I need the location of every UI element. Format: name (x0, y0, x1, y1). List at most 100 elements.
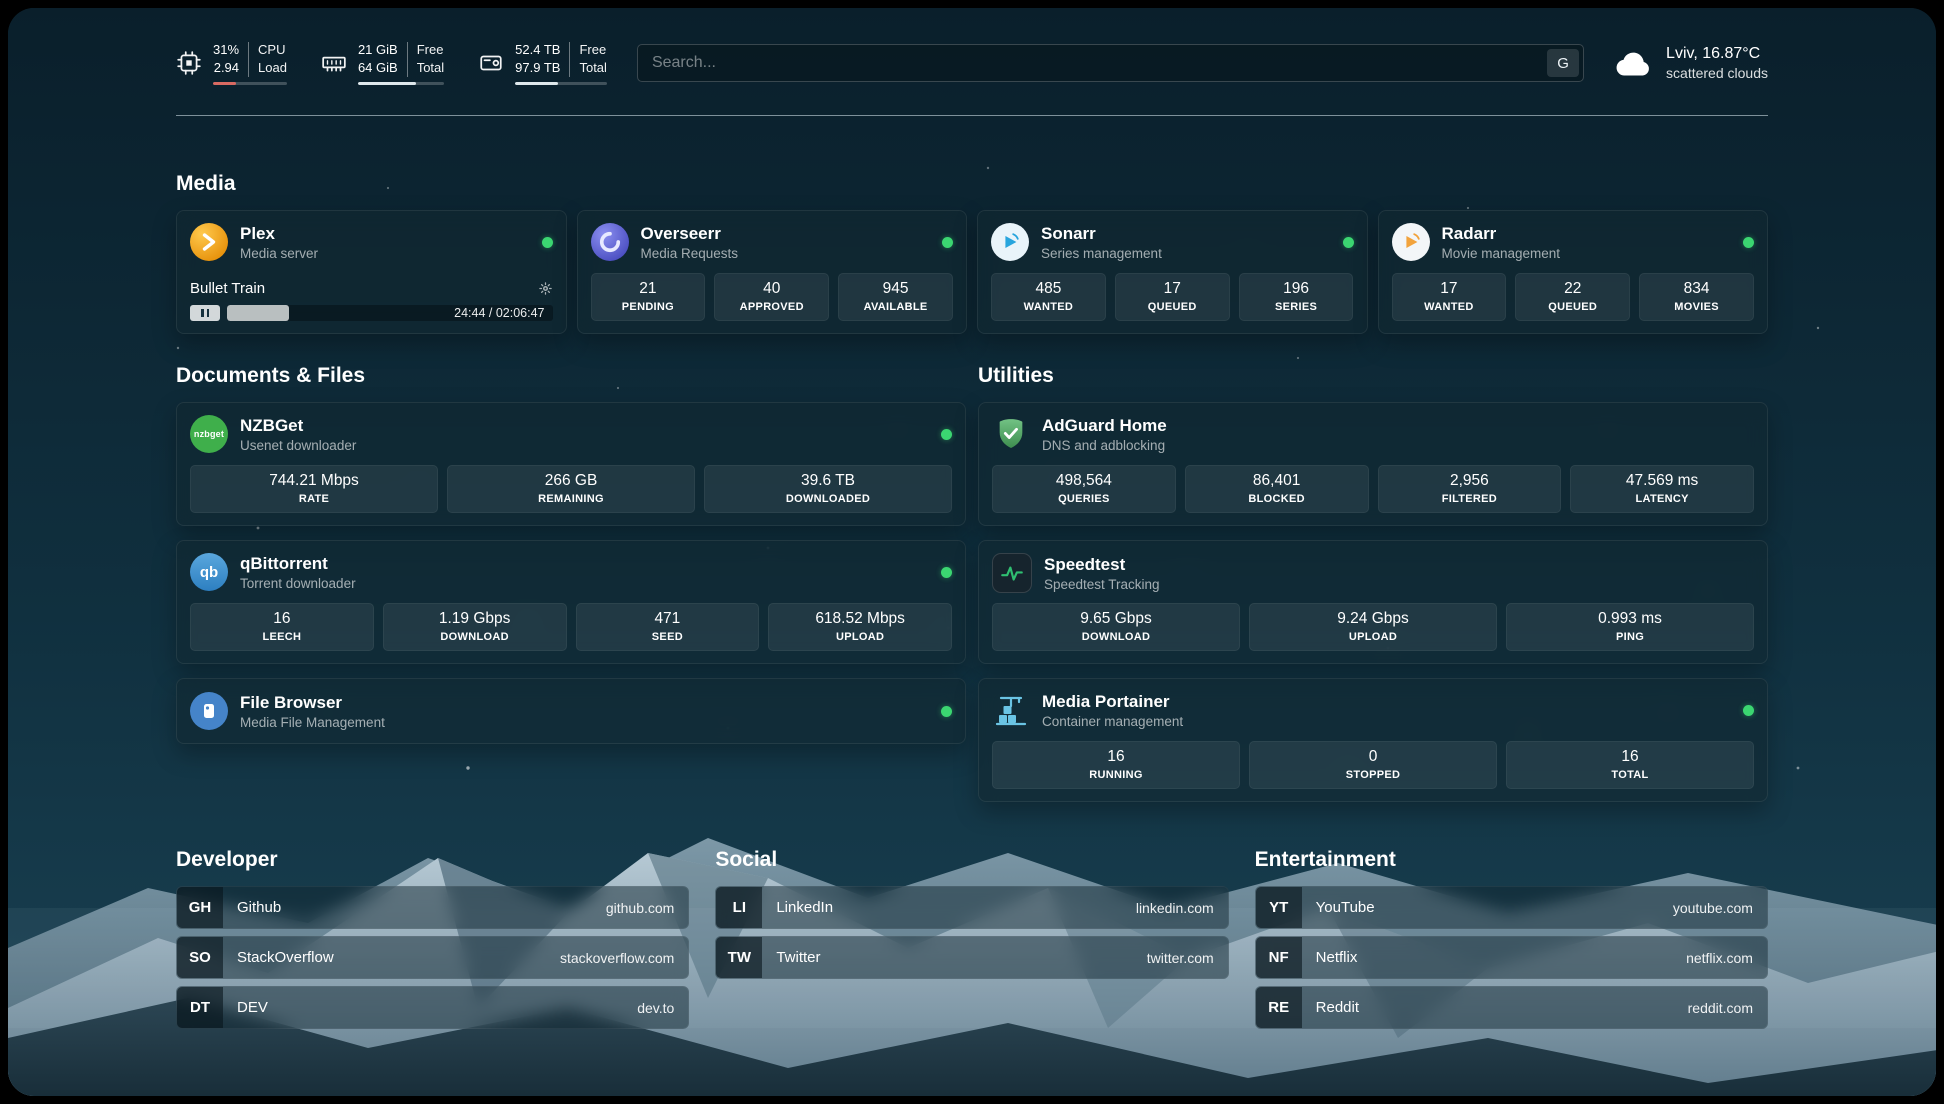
ram-icon (321, 50, 347, 76)
status-dot (1343, 237, 1354, 248)
bookmark-url: linkedin.com (1136, 900, 1228, 916)
playback-time: 24:44 / 02:06:47 (454, 306, 544, 320)
bookmark-url: github.com (606, 900, 688, 916)
filebrowser-icon (190, 692, 228, 730)
adguard-icon (992, 415, 1030, 453)
search-engine-button[interactable]: G (1547, 49, 1579, 77)
stat-download: 9.65 Gbps DOWNLOAD (992, 603, 1240, 651)
app-subtitle: Series management (1041, 246, 1162, 261)
nzbget-icon: nzbget (190, 415, 228, 453)
status-dot (941, 706, 952, 717)
app-name: File Browser (240, 693, 385, 713)
qbittorrent-icon: qb (190, 553, 228, 591)
app-subtitle: Usenet downloader (240, 438, 356, 453)
sonarr-icon (991, 223, 1029, 261)
app-card-sonarr[interactable]: Sonarr Series management 485 WANTED 17 Q… (977, 210, 1368, 334)
ram-progressbar (358, 82, 444, 85)
stat-approved: 40 APPROVED (714, 273, 829, 321)
stat-upload: 9.24 Gbps UPLOAD (1249, 603, 1497, 651)
stat-ping: 0.993 ms PING (1506, 603, 1754, 651)
status-dot (1743, 237, 1754, 248)
stat-leech: 16 LEECH (190, 603, 374, 651)
stat-series: 196 SERIES (1239, 273, 1354, 321)
app-subtitle: Media Requests (641, 246, 739, 261)
section-title-social: Social (715, 848, 1228, 872)
stat-queries: 498,564 QUERIES (992, 465, 1176, 513)
disk-total-value: 97.9 TB (515, 60, 560, 77)
topbar: 31% 2.94 CPU Load (176, 8, 1768, 85)
section-title-media: Media (176, 172, 1768, 196)
app-card-portainer[interactable]: Media Portainer Container management 16 … (978, 678, 1768, 802)
section-title-entertainment: Entertainment (1255, 848, 1768, 872)
ram-total-value: 64 GiB (358, 60, 398, 77)
app-name: Radarr (1442, 224, 1561, 244)
app-card-radarr[interactable]: Radarr Movie management 17 WANTED 22 QUE… (1378, 210, 1769, 334)
cpu-label: CPU (258, 42, 287, 59)
disk-progressbar (515, 82, 607, 85)
bookmark-reddit[interactable]: RE Reddit reddit.com (1255, 986, 1768, 1029)
bookmark-dev[interactable]: DT DEV dev.to (176, 986, 689, 1029)
bookmark-netflix[interactable]: NF Netflix netflix.com (1255, 936, 1768, 979)
stat-stopped: 0 STOPPED (1249, 741, 1497, 789)
app-name: Sonarr (1041, 224, 1162, 244)
overseerr-icon (591, 223, 629, 261)
playback-progressbar[interactable]: 24:44 / 02:06:47 (227, 305, 553, 321)
portainer-icon (992, 691, 1030, 729)
stat-filtered: 2,956 FILTERED (1378, 465, 1562, 513)
bookmark-twitter[interactable]: TW Twitter twitter.com (715, 936, 1228, 979)
search-input[interactable] (637, 44, 1584, 82)
cpu-progressbar (213, 82, 287, 85)
section-title-documents: Documents & Files (176, 364, 966, 388)
app-subtitle: Torrent downloader (240, 576, 356, 591)
app-card-speedtest[interactable]: Speedtest Speedtest Tracking 9.65 Gbps D… (978, 540, 1768, 664)
radarr-icon (1392, 223, 1430, 261)
app-card-qbittorrent[interactable]: qb qBittorrent Torrent downloader 16 LEE… (176, 540, 966, 664)
app-subtitle: Speedtest Tracking (1044, 577, 1160, 592)
bookmark-name: LinkedIn (762, 899, 833, 916)
gear-icon[interactable] (538, 281, 553, 296)
cpu-icon (176, 50, 202, 76)
bookmark-url: dev.to (637, 1000, 688, 1016)
app-name: AdGuard Home (1042, 416, 1167, 436)
bookmark-stackoverflow[interactable]: SO StackOverflow stackoverflow.com (176, 936, 689, 979)
stat-movies: 834 MOVIES (1639, 273, 1754, 321)
documents-column: Documents & Files nzbget NZBGet Usenet d… (176, 364, 966, 802)
pause-button[interactable] (190, 305, 220, 321)
app-name: Overseerr (641, 224, 739, 244)
cpu-load-value: 2.94 (214, 60, 239, 77)
stat-upload: 618.52 Mbps UPLOAD (768, 603, 952, 651)
app-name: Plex (240, 224, 318, 244)
app-subtitle: Media File Management (240, 715, 385, 730)
stat-running: 16 RUNNING (992, 741, 1240, 789)
disk-icon (478, 50, 504, 76)
app-card-nzbget[interactable]: nzbget NZBGet Usenet downloader 744.21 M… (176, 402, 966, 526)
app-card-adguard[interactable]: AdGuard Home DNS and adblocking 498,564 … (978, 402, 1768, 526)
app-card-filebrowser[interactable]: File Browser Media File Management (176, 678, 966, 744)
bookmark-abbr: GH (177, 887, 223, 928)
ram-widget: 21 GiB 64 GiB Free Total (321, 42, 444, 85)
app-card-plex[interactable]: Plex Media server Bullet Train (176, 210, 567, 334)
topbar-divider (176, 115, 1768, 117)
status-dot (941, 429, 952, 440)
bookmark-github[interactable]: GH Github github.com (176, 886, 689, 929)
bookmark-name: Twitter (762, 949, 820, 966)
stat-rate: 744.21 Mbps RATE (190, 465, 438, 513)
bookmark-youtube[interactable]: YT YouTube youtube.com (1255, 886, 1768, 929)
stat-download: 1.19 Gbps DOWNLOAD (383, 603, 567, 651)
section-title-utilities: Utilities (978, 364, 1768, 388)
bookmark-abbr: LI (716, 887, 762, 928)
media-grid: Plex Media server Bullet Train (176, 210, 1768, 334)
app-subtitle: Movie management (1442, 246, 1561, 261)
weather-condition: scattered clouds (1666, 65, 1768, 81)
app-card-overseerr[interactable]: Overseerr Media Requests 21 PENDING 40 A… (577, 210, 968, 334)
stat-total: 16 TOTAL (1506, 741, 1754, 789)
cpu-load-label: Load (258, 60, 287, 77)
status-dot (942, 237, 953, 248)
bookmark-linkedin[interactable]: LI LinkedIn linkedin.com (715, 886, 1228, 929)
bookmarks-entertainment: Entertainment YT YouTube youtube.com NF … (1255, 848, 1768, 1036)
status-dot (1743, 705, 1754, 716)
bookmark-url: twitter.com (1147, 950, 1228, 966)
stat-wanted: 17 WANTED (1392, 273, 1507, 321)
bookmarks-social: Social LI LinkedIn linkedin.com TW Twitt… (715, 848, 1228, 1036)
bookmark-abbr: DT (177, 987, 223, 1028)
